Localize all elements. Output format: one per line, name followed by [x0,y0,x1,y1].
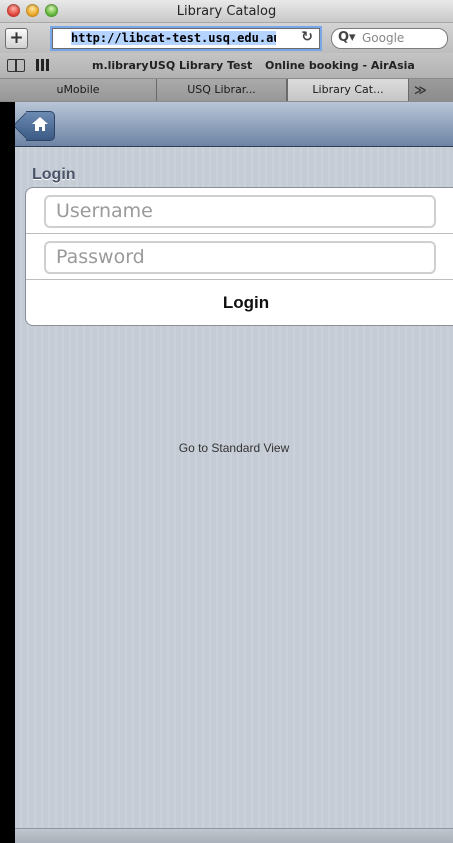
search-field[interactable]: Q▾ Google [331,28,448,49]
browser-toolbar: + http://libcat-test.usq.edu.au/MyRe ↻ Q… [0,23,453,53]
address-bar[interactable]: http://libcat-test.usq.edu.au/MyRe ↻ [52,28,320,49]
web-content: Login Username Password Login Go to Stan… [15,102,453,843]
tab-umobile[interactable]: uMobile [0,79,157,101]
tab-bar: uMobile USQ Librar... Library Cat... ≫ [0,79,453,102]
search-placeholder: Google [362,31,405,45]
window-title: Library Catalog [176,4,277,19]
password-row: Password [26,234,453,280]
bookmark-item[interactable]: Online booking - AirAsia [265,59,415,72]
more-tabs-icon[interactable]: ≫ [414,83,427,97]
window-titlebar: Library Catalog [0,0,453,23]
password-input[interactable]: Password [44,241,436,274]
bookmark-item[interactable]: USQ Library Test [149,59,252,72]
bookmarks-bar: m.library USQ Library Test Online bookin… [0,53,453,79]
login-form: Username Password Login [25,187,453,326]
username-row: Username [26,188,453,234]
search-icon[interactable]: Q▾ [338,30,356,45]
add-bookmark-button[interactable]: + [5,28,28,49]
url-text[interactable]: http://libcat-test.usq.edu.au/MyRe [71,31,276,45]
top-sites-grid-icon[interactable] [36,59,50,71]
login-button[interactable]: Login [26,280,453,325]
tab-usq-library[interactable]: USQ Librar... [157,79,287,101]
bookmark-item[interactable]: m.library [92,59,149,72]
standard-view-link[interactable]: Go to Standard View [15,441,453,455]
reload-icon[interactable]: ↻ [301,29,313,45]
home-button[interactable] [15,110,55,141]
page-navbar [15,102,453,147]
bookmarks-book-icon[interactable] [7,59,25,72]
tab-library-catalog[interactable]: Library Cat... [287,79,409,101]
login-heading: Login [32,166,76,183]
username-input[interactable]: Username [44,195,436,228]
bottom-toolbar [15,828,453,843]
home-icon [32,117,48,131]
